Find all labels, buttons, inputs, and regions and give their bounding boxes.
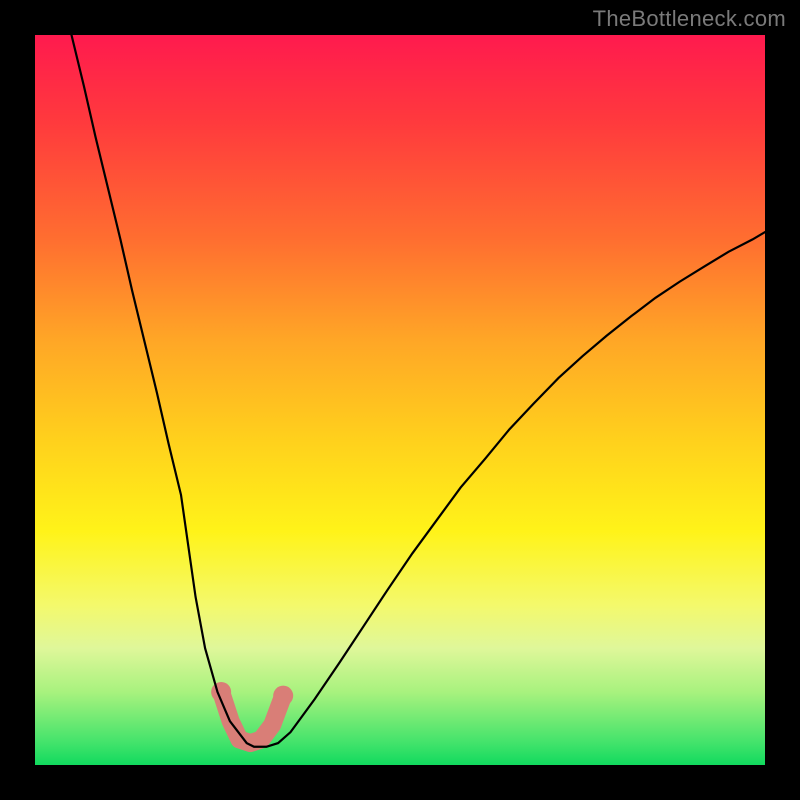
optimal-range-band	[221, 692, 283, 743]
optimal-range-endpoint	[273, 686, 293, 706]
bottleneck-curve	[72, 35, 766, 747]
chart-overlay	[35, 35, 765, 765]
chart-frame: TheBottleneck.com	[0, 0, 800, 800]
watermark-text: TheBottleneck.com	[593, 6, 786, 32]
